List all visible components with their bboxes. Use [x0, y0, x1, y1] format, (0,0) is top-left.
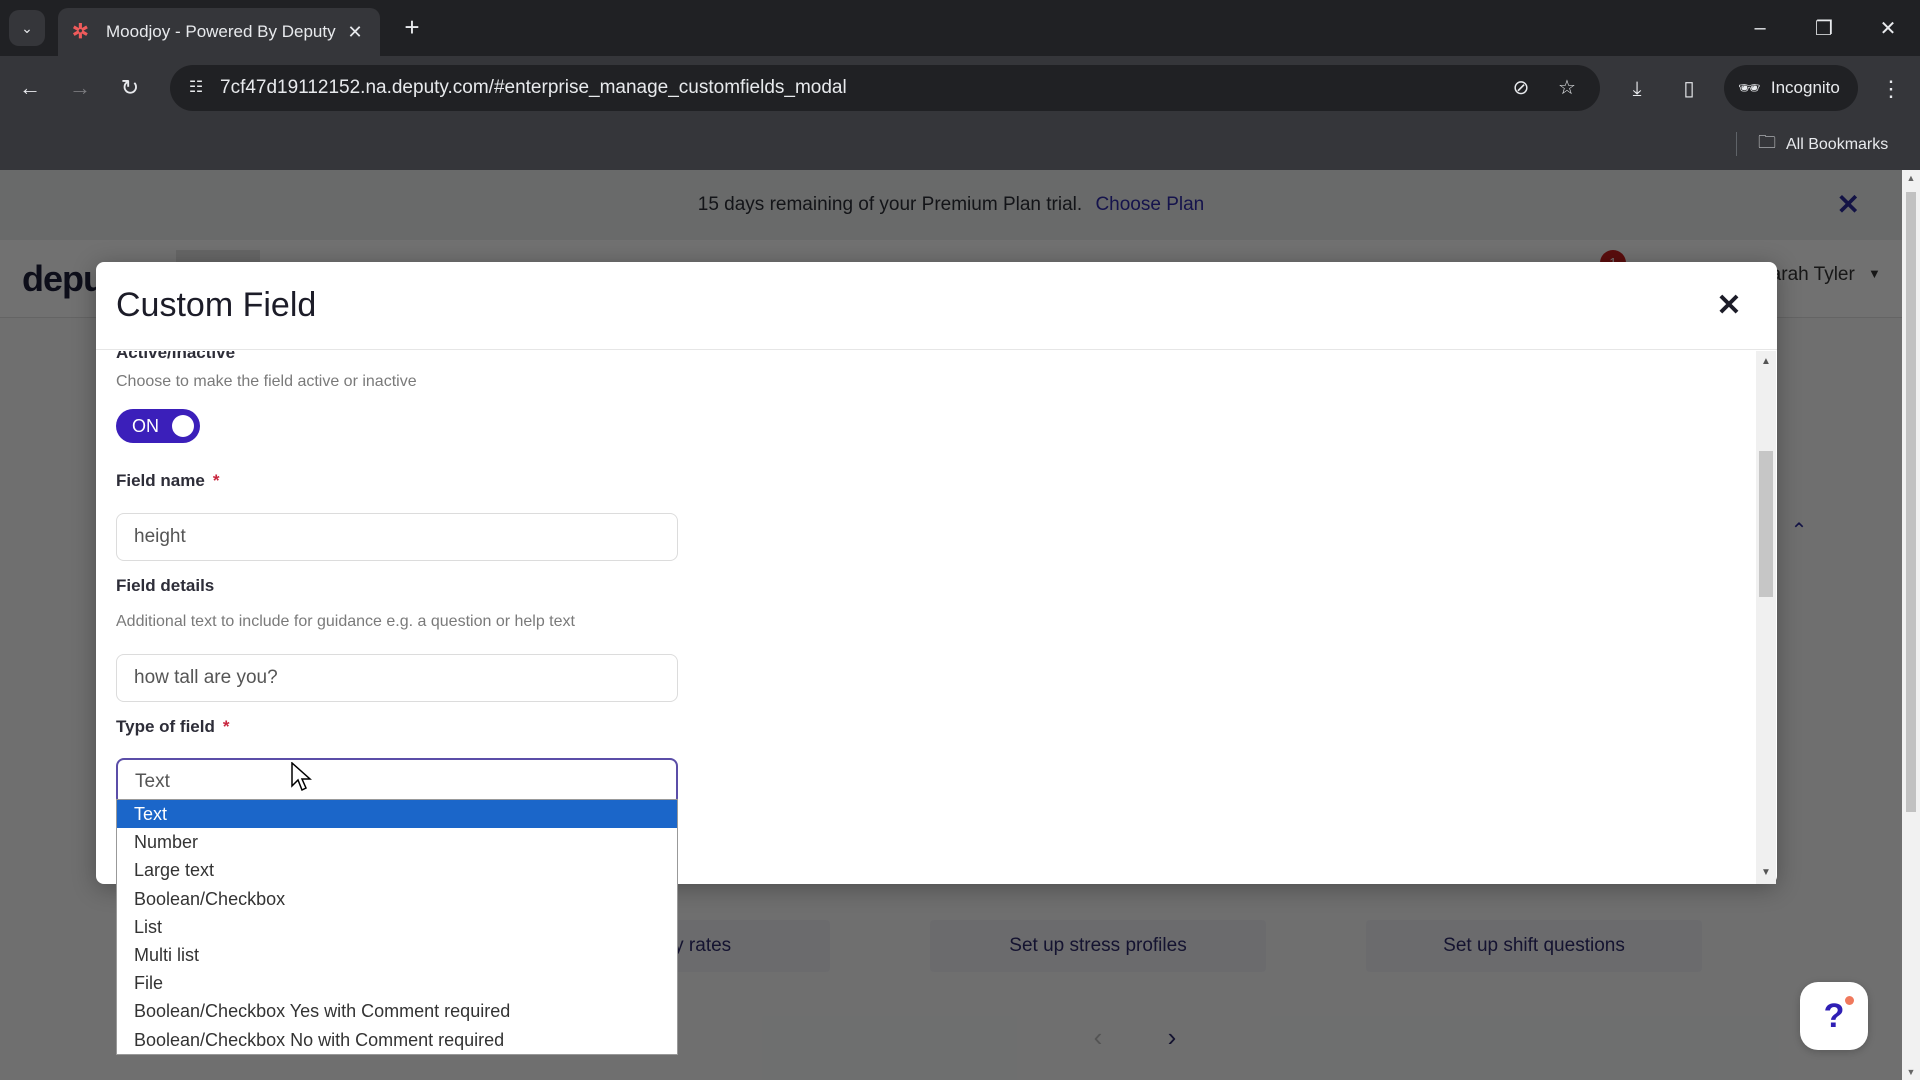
- required-mark: *: [222, 717, 230, 736]
- scroll-up-icon[interactable]: ▲: [1902, 170, 1920, 186]
- download-icon[interactable]: ⤓: [1622, 74, 1652, 104]
- back-button[interactable]: ←: [12, 70, 48, 106]
- modal-title: Custom Field: [116, 286, 317, 324]
- custom-field-modal: Custom Field ✕ Active/Inactive Choose to…: [96, 262, 1777, 884]
- browser-tab[interactable]: ✲ Moodjoy - Powered By Deputy ✕: [58, 8, 380, 56]
- reload-icon: ↻: [120, 75, 140, 100]
- active-hint: Choose to make the field active or inact…: [116, 373, 417, 390]
- tab-title: Moodjoy - Powered By Deputy: [106, 22, 336, 41]
- toggle-knob: [172, 415, 194, 437]
- divider: [1736, 132, 1737, 156]
- window-close-button[interactable]: ✕: [1856, 0, 1920, 56]
- browser-tabstrip: ⌄ ✲ Moodjoy - Powered By Deputy ✕ + – ❐ …: [0, 0, 1920, 56]
- dropdown-option[interactable]: Boolean/Checkbox No with Comment require…: [117, 1026, 677, 1054]
- forward-arrow-icon: →: [69, 75, 91, 100]
- dropdown-option[interactable]: File: [117, 969, 677, 997]
- profile-label: Incognito: [1770, 78, 1840, 97]
- modal-close-icon[interactable]: ✕: [1711, 288, 1747, 324]
- reload-button[interactable]: ↻: [112, 70, 148, 106]
- dropdown-option[interactable]: Boolean/Checkbox Yes with Comment requir…: [117, 997, 677, 1025]
- help-button[interactable]: ?: [1800, 982, 1868, 1050]
- modal-scrollbar-thumb[interactable]: [1759, 451, 1773, 597]
- tune-icon[interactable]: ☷: [184, 76, 208, 100]
- field-name-label-text: Field name: [116, 471, 205, 490]
- url-text[interactable]: 7cf47d19112152.na.deputy.com/#enterprise…: [220, 65, 847, 111]
- browser-toolbar: ← → ↻ ☷ 7cf47d19112152.na.deputy.com/#en…: [0, 56, 1920, 120]
- all-bookmarks-label: All Bookmarks: [1786, 136, 1889, 153]
- chevron-down-icon: ⌄: [21, 19, 33, 36]
- field-type-dropdown: Text Number Large text Boolean/Checkbox List…: [116, 799, 678, 1055]
- forward-button[interactable]: →: [62, 70, 98, 106]
- dropdown-option[interactable]: List: [117, 913, 677, 941]
- required-mark: *: [212, 471, 220, 490]
- tab-close-icon[interactable]: ✕: [344, 22, 366, 43]
- plus-icon: +: [404, 12, 420, 42]
- help-notification-dot: [1845, 996, 1854, 1005]
- folder-icon: 🗀: [1758, 132, 1776, 152]
- field-name-input[interactable]: height: [116, 513, 678, 561]
- scroll-down-icon[interactable]: ▼: [1902, 1064, 1920, 1080]
- toggle-label: ON: [132, 416, 159, 436]
- active-toggle[interactable]: ON: [116, 409, 200, 443]
- all-bookmarks-button[interactable]: 🗀 All Bookmarks: [1758, 130, 1888, 160]
- field-type-label-text: Type of field: [116, 717, 215, 736]
- field-details-hint: Additional text to include for guidance …: [116, 613, 575, 630]
- bookmarks-bar: 🗀 All Bookmarks: [0, 120, 1920, 170]
- modal-header: Custom Field ✕: [96, 262, 1777, 350]
- page-scrollbar[interactable]: ▲ ▼: [1902, 170, 1920, 1080]
- scrollbar-thumb[interactable]: [1906, 192, 1916, 812]
- question-mark-icon: ?: [1823, 997, 1845, 1035]
- dropdown-option[interactable]: Large text: [117, 856, 677, 884]
- dropdown-option[interactable]: Boolean/Checkbox: [117, 885, 677, 913]
- side-panel-icon[interactable]: ▯: [1674, 74, 1704, 104]
- mouse-cursor-icon: [291, 762, 312, 792]
- active-label: Active/Inactive: [116, 351, 236, 362]
- field-details-label: Field details: [116, 576, 215, 595]
- address-bar[interactable]: ☷ 7cf47d19112152.na.deputy.com/#enterpri…: [170, 65, 1600, 111]
- field-type-label: Type of field *: [116, 717, 229, 737]
- deputy-logo-icon: ✲: [72, 21, 89, 43]
- new-tab-button[interactable]: +: [396, 12, 428, 44]
- dropdown-option[interactable]: Multi list: [117, 941, 677, 969]
- field-name-label: Field name *: [116, 471, 219, 491]
- star-icon[interactable]: ☆: [1554, 75, 1580, 101]
- modal-scrollbar[interactable]: ▲ ▼: [1756, 351, 1776, 884]
- scroll-up-icon[interactable]: ▲: [1756, 353, 1776, 371]
- profile-button[interactable]: 🕶 Incognito: [1724, 65, 1858, 111]
- eye-off-icon[interactable]: ⊘: [1508, 75, 1534, 101]
- incognito-icon: 🕶: [1738, 77, 1761, 98]
- restore-button[interactable]: ❐: [1792, 0, 1856, 56]
- minimize-button[interactable]: –: [1728, 0, 1792, 56]
- field-details-input[interactable]: how tall are you?: [116, 654, 678, 702]
- kebab-menu-icon[interactable]: ⋮: [1876, 74, 1906, 104]
- scroll-down-icon[interactable]: ▼: [1756, 864, 1776, 882]
- dropdown-option[interactable]: Number: [117, 828, 677, 856]
- dropdown-option[interactable]: Text: [117, 800, 677, 829]
- tab-search-button[interactable]: ⌄: [9, 10, 45, 46]
- back-arrow-icon: ←: [19, 75, 41, 100]
